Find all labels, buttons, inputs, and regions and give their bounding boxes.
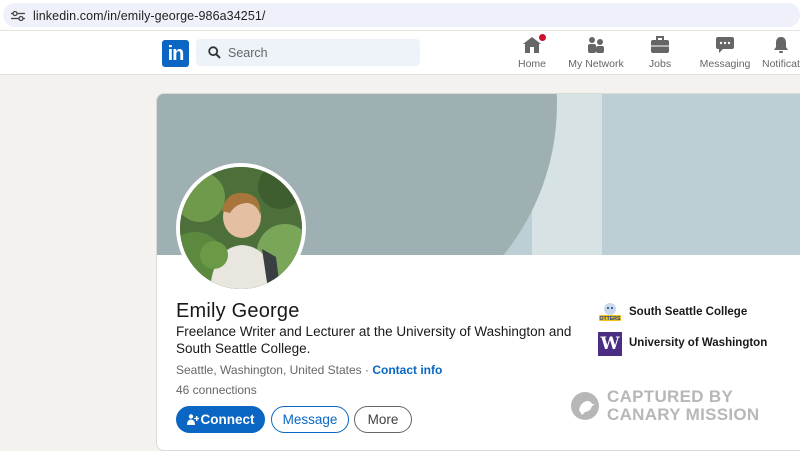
location-row: Seattle, Washington, United States · Con…	[176, 363, 442, 377]
nav-jobs[interactable]: Jobs	[642, 36, 678, 74]
connect-button[interactable]: Connect	[176, 406, 265, 433]
otters-text: OTTERS	[599, 316, 621, 322]
nav-my-network-label: My Network	[568, 58, 624, 70]
nav-home-label: Home	[517, 58, 546, 70]
profile-name: Emily George	[176, 300, 300, 322]
global-nav: in Search Home My Network Jobs Messaging…	[0, 31, 800, 75]
education-name: University of Washington	[629, 337, 768, 349]
profile-avatar[interactable]	[176, 163, 306, 293]
bell-icon	[771, 36, 791, 54]
message-button[interactable]: Message	[271, 406, 349, 433]
south-seattle-logo: OTTERS	[598, 301, 622, 325]
url-text: linkedin.com/in/emily-george-986a34251/	[33, 9, 266, 23]
search-input[interactable]: Search	[196, 39, 420, 66]
nav-jobs-label: Jobs	[648, 58, 672, 70]
search-placeholder: Search	[228, 46, 268, 60]
browser-address-bar: linkedin.com/in/emily-george-986a34251/	[0, 0, 800, 31]
linkedin-logo[interactable]: in	[162, 40, 189, 67]
uw-logo: W	[598, 332, 622, 356]
nav-notifications-label: Notifications	[762, 58, 800, 70]
nav-home[interactable]: Home	[512, 32, 552, 74]
nav-messaging-label: Messaging	[699, 58, 751, 70]
more-button[interactable]: More	[354, 406, 412, 433]
connections-count[interactable]: 46 connections	[176, 383, 257, 397]
watermark-line2: CANARY MISSION	[607, 405, 760, 424]
network-icon	[586, 36, 606, 54]
contact-info-link[interactable]: Contact info	[372, 363, 442, 377]
avatar-photo	[180, 167, 302, 289]
nav-notifications[interactable]: Notifications	[762, 36, 800, 74]
profile-headline: Freelance Writer and Lecturer at the Uni…	[176, 324, 572, 356]
nav-my-network[interactable]: My Network	[566, 36, 626, 74]
add-person-icon	[186, 414, 199, 425]
chat-icon	[715, 36, 735, 54]
profile-location: Seattle, Washington, United States	[176, 363, 362, 377]
profile-card: Emily George Freelance Writer and Lectur…	[156, 93, 800, 451]
connect-label: Connect	[200, 412, 255, 427]
site-settings-icon[interactable]	[11, 11, 25, 21]
home-icon	[522, 32, 548, 54]
nav-messaging[interactable]: Messaging	[699, 36, 751, 74]
watermark: CAPTURED BY CANARY MISSION	[571, 386, 771, 426]
notification-badge	[537, 32, 548, 43]
url-field[interactable]: linkedin.com/in/emily-george-986a34251/	[3, 3, 800, 27]
briefcase-icon	[650, 36, 670, 54]
watermark-line1: CAPTURED BY	[607, 387, 734, 406]
education-name: South Seattle College	[629, 306, 748, 318]
search-icon	[208, 46, 221, 59]
canary-bird-icon	[571, 392, 599, 420]
separator: ·	[361, 363, 373, 377]
